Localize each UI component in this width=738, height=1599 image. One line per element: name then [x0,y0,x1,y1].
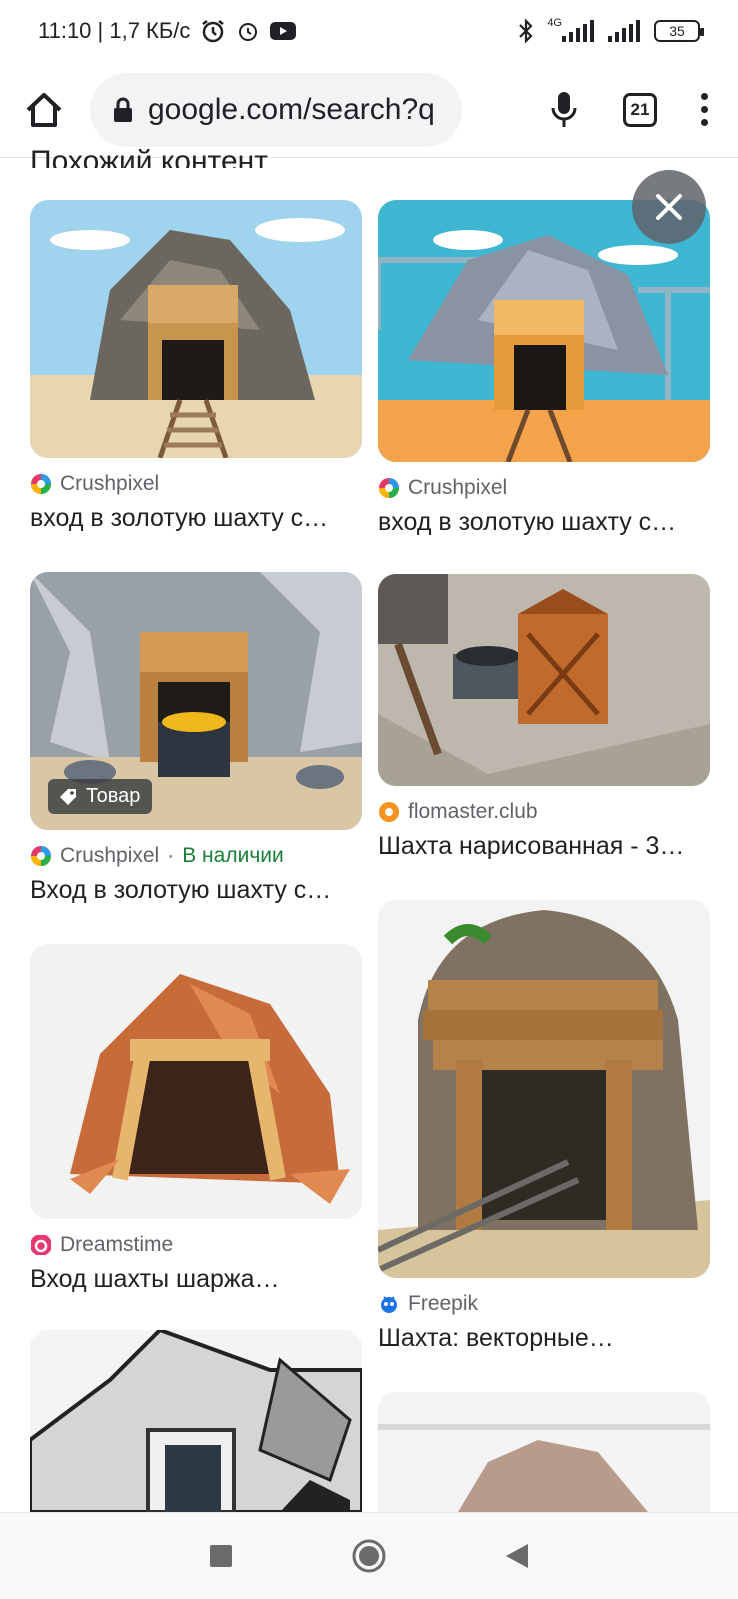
back-icon[interactable] [504,1542,530,1570]
youtube-icon [270,22,297,40]
result-title[interactable]: Вход в золотую шахту с… [30,876,362,905]
section-title: Похожий контент [30,145,268,168]
signal-icon-2 [608,20,640,42]
result-card[interactable] [30,1330,362,1512]
crushpixel-icon [31,846,51,866]
result-card[interactable]: Crushpixel вход в золотую шахту с… [378,200,710,537]
result-image[interactable] [30,944,362,1219]
clock-icon [239,23,258,41]
result-title[interactable]: Шахта нарисованная - 3… [378,832,710,861]
tab-switcher-button[interactable]: 21 [623,92,657,127]
tab-count: 21 [630,99,650,119]
result-card[interactable]: Freepik Шахта: векторные… [378,900,710,1353]
battery-icon: 35 [654,20,704,42]
result-card[interactable] [378,1392,710,1512]
crushpixel-icon [379,478,399,498]
home-nav-icon[interactable] [350,1537,388,1575]
result-source[interactable]: Crushpixel · В наличии [30,844,362,868]
separator: · [167,844,175,867]
lock-icon [114,97,132,122]
source-name: Crushpixel [408,476,508,499]
result-image[interactable] [378,900,710,1278]
tag-icon [60,788,76,805]
result-card[interactable]: Dreamstime Вход шахты шаржа… [30,944,362,1294]
alarm-icon [202,20,225,43]
result-source[interactable]: Dreamstime [30,1233,362,1257]
system-nav-bar [0,1512,738,1599]
source-name: flomaster.club [408,800,538,823]
product-badge: Товар [48,779,153,814]
result-image[interactable] [378,574,710,786]
source-name: Freepik [408,1292,479,1315]
result-source[interactable]: Crushpixel [30,472,362,496]
address-bar[interactable]: google.com/search?q [90,72,462,147]
result-card[interactable]: Crushpixel вход в золотую шахту с… [30,200,362,533]
status-time: 11:10 | 1,7 КБ/с [38,18,191,43]
close-icon [656,194,682,220]
freepik-icon [381,1296,397,1313]
result-image[interactable] [30,200,362,458]
result-title[interactable]: Шахта: векторные… [378,1324,710,1353]
bluetooth-icon [519,18,533,44]
result-source[interactable]: Freepik [378,1292,710,1316]
dreamstime-icon [31,1235,51,1255]
badge-label: Товар [86,785,141,807]
recents-icon[interactable] [208,1543,234,1569]
source-name: Dreamstime [60,1233,174,1256]
result-title[interactable]: вход в золотую шахту с… [378,508,710,537]
result-image[interactable]: Товар [30,572,362,830]
home-icon[interactable] [22,88,66,132]
network-type: 4G [547,17,562,29]
flomaster-icon [379,802,399,822]
close-button[interactable] [632,170,706,244]
result-card[interactable]: flomaster.club Шахта нарисованная - 3… [378,574,710,861]
result-image[interactable] [30,1330,362,1512]
microphone-icon[interactable] [549,90,579,130]
status-bar: 11:10 | 1,7 КБ/с 4G 35 [0,0,738,62]
overflow-menu-icon[interactable] [701,93,708,126]
signal-icon [562,20,594,42]
crushpixel-icon [31,474,51,494]
result-source[interactable]: Crushpixel [378,476,710,500]
result-image[interactable] [378,1392,710,1512]
result-title[interactable]: вход в золотую шахту с… [30,504,362,533]
source-name: Crushpixel [60,844,160,867]
stock-status: В наличии [182,844,284,867]
url-text[interactable]: google.com/search?q [148,93,438,127]
result-title[interactable]: Вход шахты шаржа… [30,1265,362,1294]
result-card[interactable]: Товар Crushpixel · В наличии Вход в золо… [30,572,362,905]
battery-level: 35 [669,23,685,39]
result-source[interactable]: flomaster.club [378,800,710,824]
source-name: Crushpixel [60,472,160,495]
